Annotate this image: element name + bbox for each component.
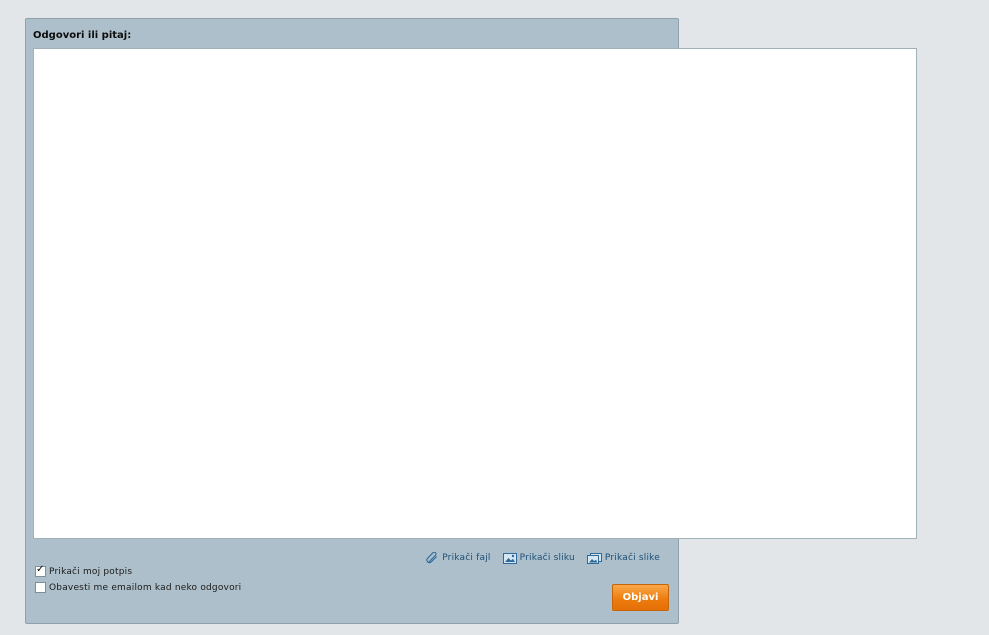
images-icon [586, 552, 602, 564]
notify-label: Obavesti me emailom kad neko odgovori [49, 582, 242, 593]
notify-option: Obavesti me emailom kad neko odgovori [35, 582, 241, 593]
checkmark-icon: ✓ [36, 564, 45, 575]
notify-checkbox[interactable] [35, 582, 46, 593]
paperclip-icon [426, 552, 439, 564]
signature-label: Prikači moj potpis [49, 566, 133, 577]
reply-textarea[interactable] [33, 48, 917, 539]
attachment-links: Prikači fajl Prikači sliku Prikači slike [426, 552, 660, 564]
signature-checkbox[interactable]: ✓ [35, 564, 46, 577]
panel-title: Odgovori ili pitaj: [33, 30, 132, 41]
attach-images-label: Prikači slike [604, 553, 660, 563]
attach-images-link[interactable]: Prikači slike [586, 552, 660, 564]
attach-file-link[interactable]: Prikači fajl [426, 552, 490, 564]
publish-button[interactable]: Objavi [612, 584, 669, 611]
attach-image-label: Prikači sliku [519, 553, 575, 563]
image-icon [502, 552, 517, 564]
signature-option: ✓ Prikači moj potpis [35, 564, 133, 577]
attach-image-link[interactable]: Prikači sliku [502, 552, 575, 564]
attach-file-label: Prikači fajl [442, 553, 491, 563]
